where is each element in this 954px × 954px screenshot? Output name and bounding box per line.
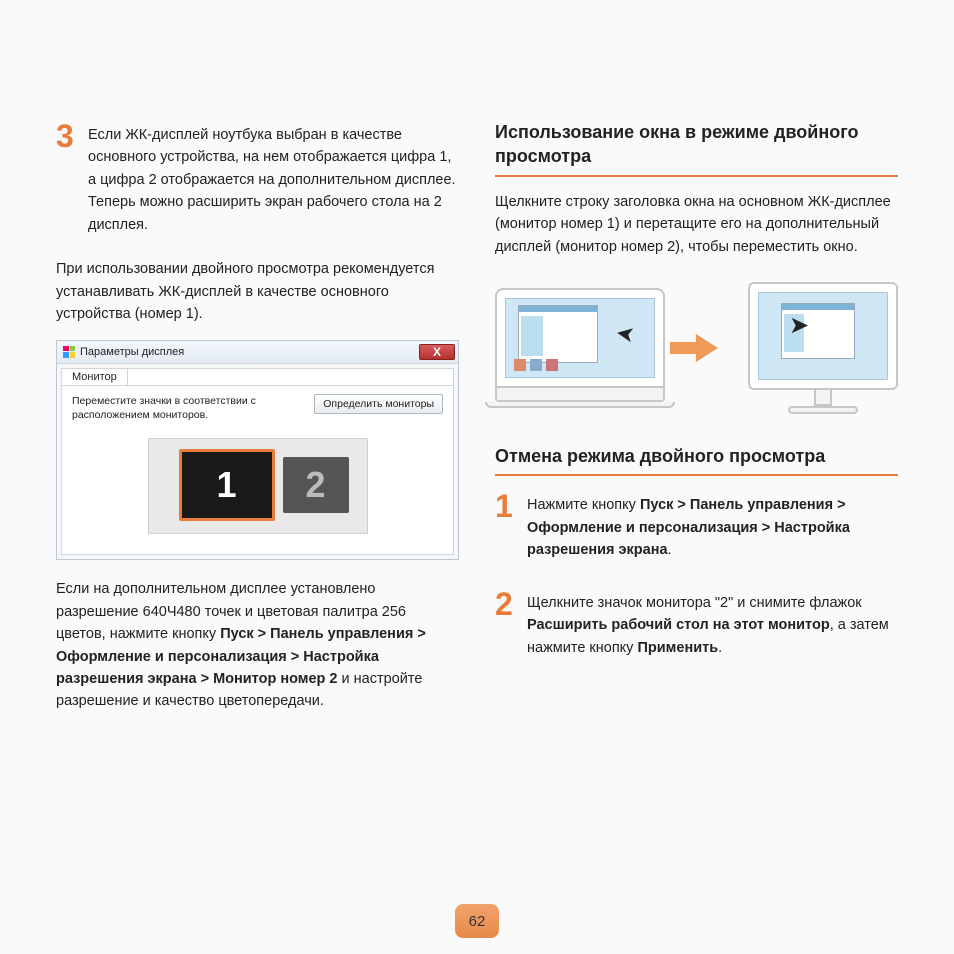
divider bbox=[495, 474, 898, 476]
dialog-instruction: Переместите значки в соответствии с расп… bbox=[72, 394, 306, 422]
identify-monitors-button[interactable]: Определить мониторы bbox=[314, 394, 443, 414]
step-3: 3 Если ЖК-дисплей ноутбука выбран в каче… bbox=[56, 120, 459, 236]
left-column: 3 Если ЖК-дисплей ноутбука выбран в каче… bbox=[56, 120, 459, 727]
section-1-title: Использование окна в режиме двойного про… bbox=[495, 120, 898, 169]
monitor-2[interactable]: 2 bbox=[283, 457, 349, 513]
display-settings-dialog: Параметры дисплея X Монитор Переместите … bbox=[56, 340, 459, 560]
windows-icon bbox=[63, 346, 75, 358]
cancel-step-1: 1 Нажмите кнопку Пуск > Панель управлени… bbox=[495, 490, 898, 561]
arrow-right-icon bbox=[696, 334, 718, 362]
cursor-icon: ➤ bbox=[613, 320, 636, 349]
dual-monitor-illustration: ➤ ➤ bbox=[495, 272, 898, 444]
step-number: 2 bbox=[495, 588, 517, 659]
cancel-step-2: 2 Щелкните значок монитора "2" и снимите… bbox=[495, 588, 898, 659]
step-text: Если ЖК-дисплей ноутбука выбран в качест… bbox=[88, 120, 459, 236]
dialog-title: Параметры дисплея bbox=[80, 346, 184, 358]
close-button[interactable]: X bbox=[419, 344, 455, 360]
monitor-tab[interactable]: Монитор bbox=[61, 368, 128, 385]
step-number: 3 bbox=[56, 120, 78, 236]
step-number: 1 bbox=[495, 490, 517, 561]
divider bbox=[495, 175, 898, 177]
right-column: Использование окна в режиме двойного про… bbox=[495, 120, 898, 727]
monitor-arrangement[interactable]: 1 2 bbox=[148, 438, 368, 534]
note-text: При использовании двойного просмотра рек… bbox=[56, 258, 459, 325]
monitor-icon: ➤ bbox=[748, 282, 898, 414]
dialog-titlebar: Параметры дисплея X bbox=[57, 341, 458, 364]
step-text: Нажмите кнопку Пуск > Панель управления … bbox=[527, 490, 898, 561]
page-number-badge: 62 bbox=[455, 904, 499, 938]
laptop-icon: ➤ bbox=[495, 288, 665, 408]
cursor-icon: ➤ bbox=[789, 311, 809, 340]
monitor-1[interactable]: 1 bbox=[179, 449, 275, 521]
step-text: Щелкните значок монитора "2" и снимите ф… bbox=[527, 588, 898, 659]
section-1-body: Щелкните строку заголовка окна на основн… bbox=[495, 191, 898, 258]
section-2-title: Отмена режима двойного просмотра bbox=[495, 444, 898, 468]
page-content: 3 Если ЖК-дисплей ноутбука выбран в каче… bbox=[0, 0, 954, 727]
resolution-note: Если на дополнительном дисплее установле… bbox=[56, 578, 459, 713]
